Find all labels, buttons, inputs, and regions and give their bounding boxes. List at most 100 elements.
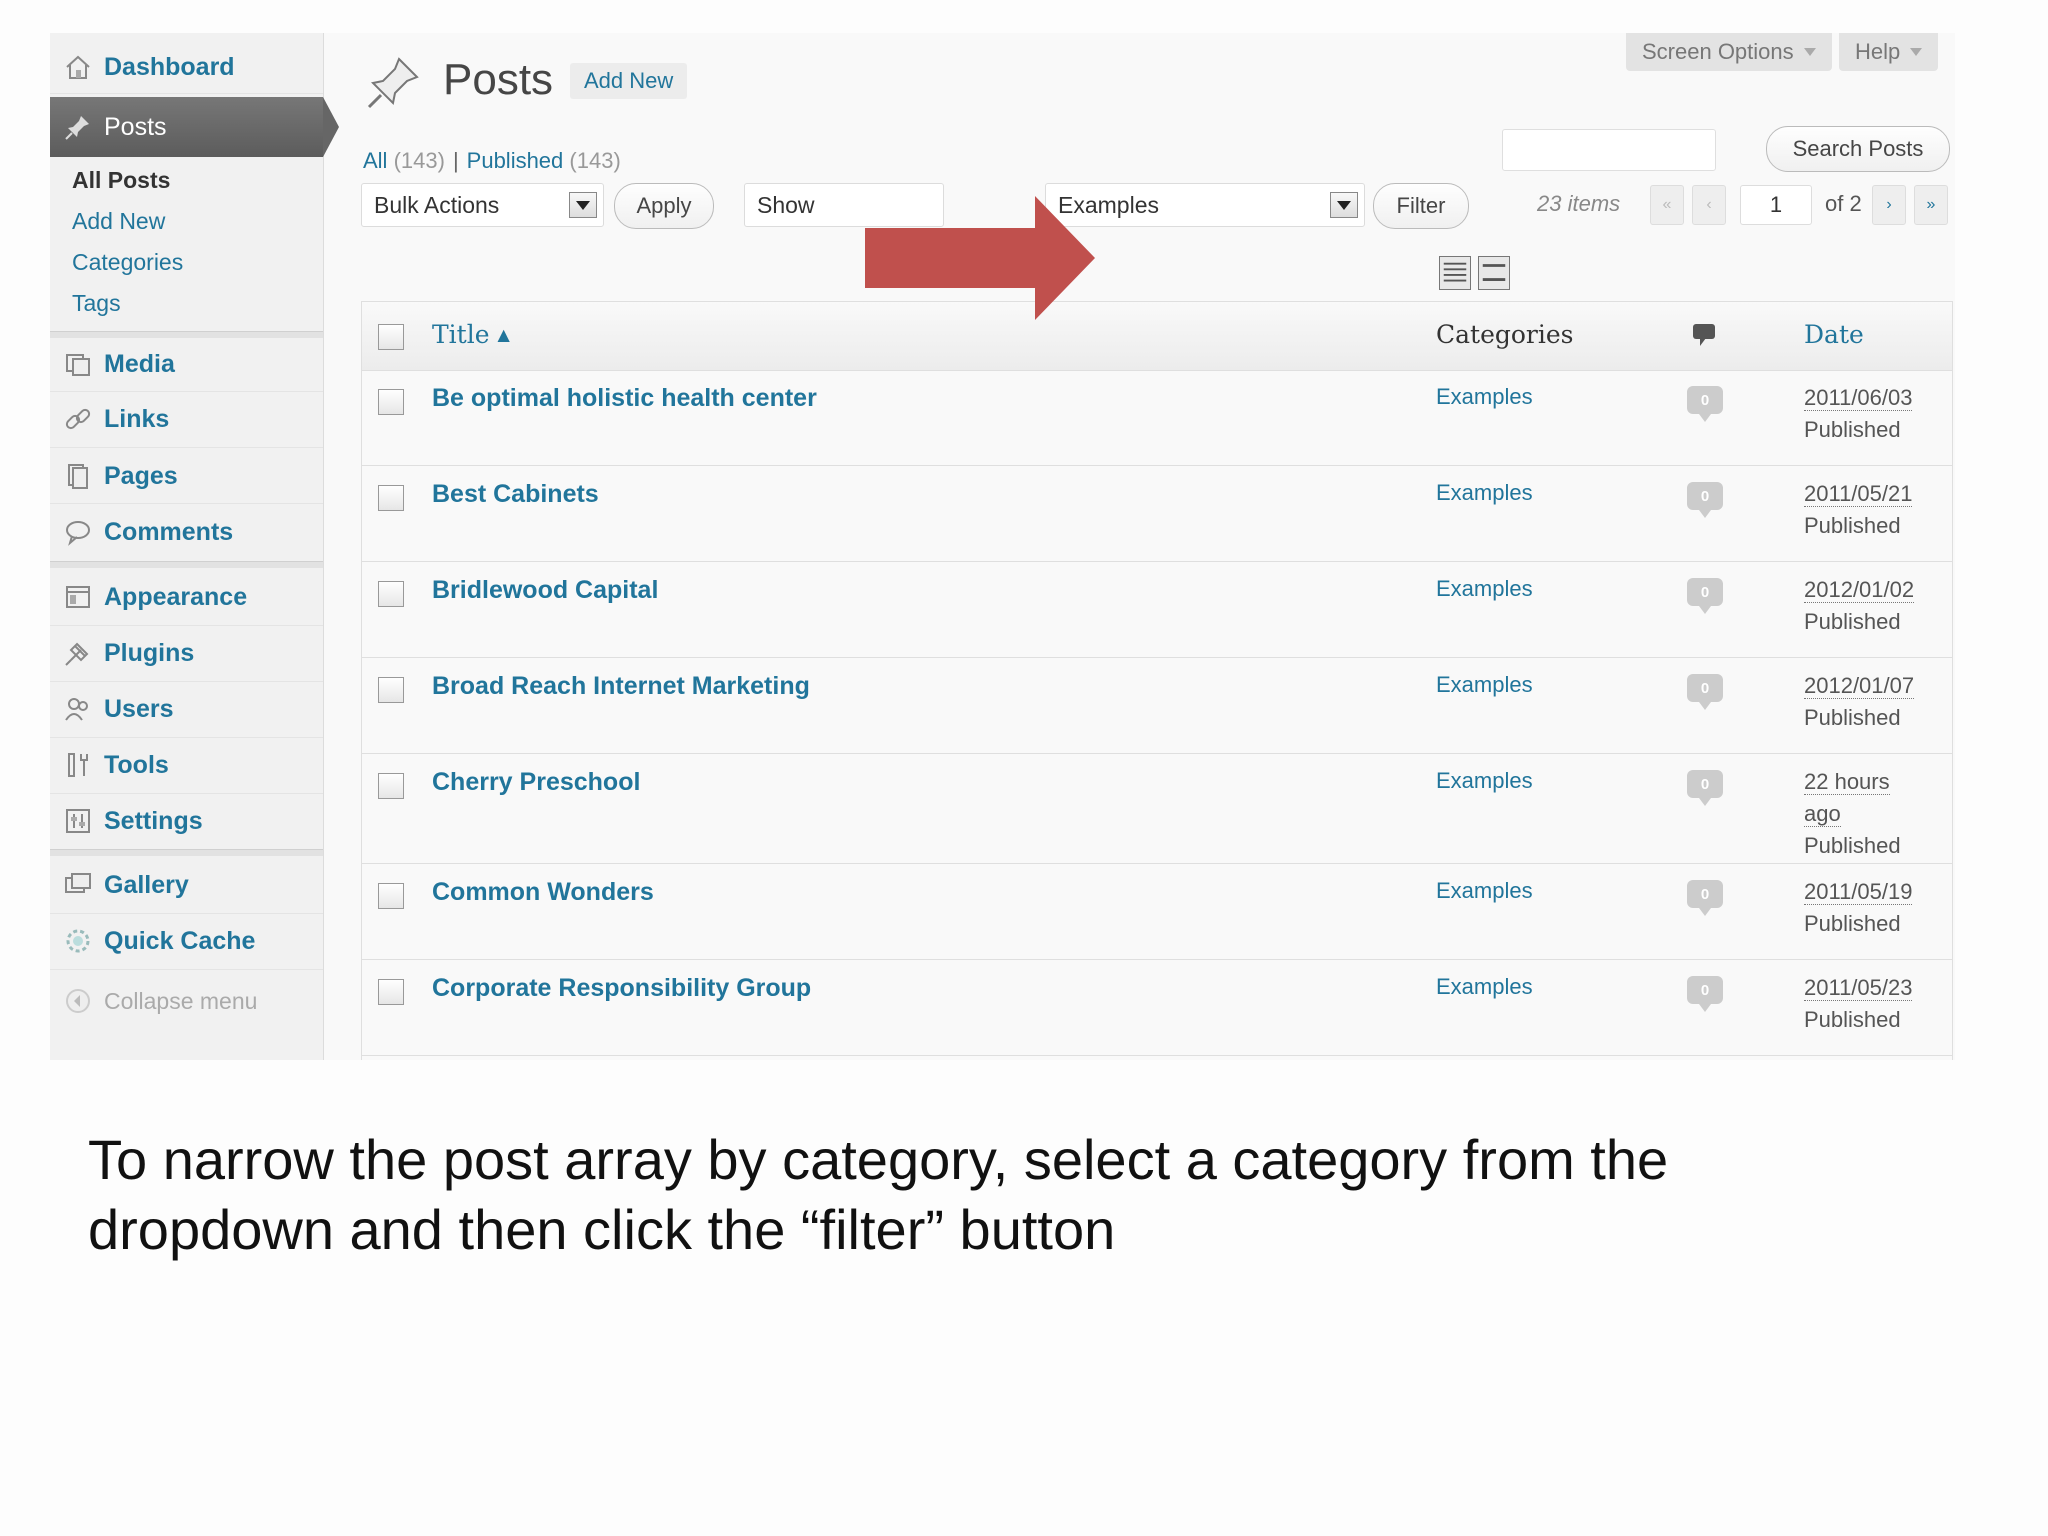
view-all-label: All <box>363 148 388 173</box>
comments-column-icon[interactable] <box>1692 322 1718 353</box>
menu-settings[interactable]: Settings <box>50 795 323 847</box>
category-link[interactable]: Examples <box>1436 480 1533 506</box>
comment-count-badge[interactable]: 0 <box>1687 976 1723 1012</box>
category-link[interactable]: Examples <box>1436 576 1533 602</box>
menu-label: Media <box>104 349 175 378</box>
table-row: Be optimal holistic health center Exampl… <box>362 370 1952 466</box>
sort-ascending-icon: ▲ <box>497 325 510 344</box>
submenu-categories[interactable]: Categories <box>72 249 183 276</box>
date-value: 2011/06/03 <box>1804 385 1913 411</box>
menu-label: Appearance <box>104 582 248 611</box>
menu-plugins[interactable]: Plugins <box>50 627 323 679</box>
menu-label: Tools <box>104 750 169 779</box>
post-date: 2011/05/21 Published <box>1804 478 1913 542</box>
comment-count-badge[interactable]: 0 <box>1687 482 1723 518</box>
post-title-link[interactable]: Common Wonders <box>432 878 654 907</box>
current-page-input[interactable]: 1 <box>1740 185 1812 225</box>
post-title-link[interactable]: Broad Reach Internet Marketing <box>432 672 810 701</box>
submenu-all-posts[interactable]: All Posts <box>72 167 170 194</box>
category-link[interactable]: Examples <box>1436 384 1533 410</box>
prev-page-button[interactable]: ‹ <box>1692 185 1726 225</box>
date-value: 2011/05/21 <box>1804 481 1913 507</box>
post-title-link[interactable]: Corporate Responsibility Group <box>432 974 811 1003</box>
last-page-button[interactable]: » <box>1914 185 1948 225</box>
add-new-button[interactable]: Add New <box>570 63 688 99</box>
row-checkbox[interactable] <box>378 581 404 607</box>
category-link[interactable]: Examples <box>1436 974 1533 1000</box>
post-title-link[interactable]: Be optimal holistic health center <box>432 384 817 413</box>
view-published-count: (143) <box>569 148 621 173</box>
table-row: Best Cabinets Examples 0 2011/05/21 Publi… <box>362 466 1952 562</box>
row-checkbox[interactable] <box>378 677 404 703</box>
comment-count-badge[interactable]: 0 <box>1687 770 1723 806</box>
post-status: Published <box>1804 833 1901 858</box>
collapse-menu[interactable]: Collapse menu <box>50 975 323 1027</box>
post-status: Published <box>1804 513 1901 538</box>
post-status-views: All (143) | Published (143) <box>363 148 621 174</box>
current-menu-arrow <box>323 97 339 157</box>
title-column-header[interactable]: Title ▲ <box>432 320 510 349</box>
menu-quick-cache[interactable]: Quick Cache <box>50 915 323 967</box>
menu-media[interactable]: Media <box>50 338 323 390</box>
excerpt-view-icon[interactable] <box>1478 256 1510 290</box>
date-value: 2011/05/19 <box>1804 879 1913 905</box>
category-link[interactable]: Examples <box>1436 768 1533 794</box>
caption-line-2: dropdown and then click the “filter” but… <box>88 1198 1116 1261</box>
search-posts-input[interactable] <box>1502 129 1716 171</box>
row-checkbox[interactable] <box>378 389 404 415</box>
media-icon <box>62 348 94 380</box>
menu-links[interactable]: Links <box>50 393 323 445</box>
row-checkbox[interactable] <box>378 979 404 1005</box>
comment-count-badge[interactable]: 0 <box>1687 386 1723 422</box>
screen-options-button[interactable]: Screen Options <box>1626 33 1832 71</box>
pages-icon <box>62 460 94 492</box>
row-checkbox[interactable] <box>378 773 404 799</box>
menu-appearance[interactable]: Appearance <box>50 571 323 623</box>
apply-button[interactable]: Apply <box>614 183 714 229</box>
submenu-tags[interactable]: Tags <box>72 290 121 317</box>
post-status: Published <box>1804 609 1901 634</box>
row-checkbox[interactable] <box>378 883 404 909</box>
chain-link-icon <box>62 403 94 435</box>
list-view-icon[interactable] <box>1439 256 1471 290</box>
bulk-actions-select[interactable]: Bulk Actions <box>361 183 604 227</box>
search-posts-button[interactable]: Search Posts <box>1766 126 1950 172</box>
menu-pages[interactable]: Pages <box>50 450 323 502</box>
next-page-button[interactable]: › <box>1872 185 1906 225</box>
select-all-checkbox[interactable] <box>378 324 404 350</box>
settings-icon <box>62 805 94 837</box>
category-link[interactable]: Examples <box>1436 878 1533 904</box>
post-title-link[interactable]: Cherry Preschool <box>432 768 640 797</box>
first-page-button[interactable]: « <box>1650 185 1684 225</box>
row-checkbox[interactable] <box>378 485 404 511</box>
date-column-header[interactable]: Date <box>1804 320 1864 349</box>
filter-button[interactable]: Filter <box>1373 183 1469 229</box>
post-date: 2011/05/19 Published <box>1804 876 1913 940</box>
post-title-link[interactable]: Best Cabinets <box>432 480 599 509</box>
comment-count-badge[interactable]: 0 <box>1687 674 1723 710</box>
submenu-add-new[interactable]: Add New <box>72 208 165 235</box>
table-header: Title ▲ Categories Date <box>362 302 1952 371</box>
speech-bubble-icon <box>62 516 94 548</box>
view-all-link[interactable]: All (143) <box>363 148 445 173</box>
menu-posts[interactable]: Posts <box>50 97 323 157</box>
red-callout-arrow <box>865 196 1095 320</box>
cache-gear-icon <box>62 925 94 957</box>
page-title: Posts <box>443 55 554 104</box>
view-published-link[interactable]: Published (143) <box>467 148 621 173</box>
post-date: 2012/01/02 Published <box>1804 574 1915 638</box>
date-value: 2012/01/02 <box>1804 577 1915 603</box>
category-link[interactable]: Examples <box>1436 672 1533 698</box>
menu-gallery[interactable]: Gallery <box>50 859 323 911</box>
comment-count-badge[interactable]: 0 <box>1687 880 1723 916</box>
date-value: 22 hours <box>1804 769 1890 795</box>
comment-count-badge[interactable]: 0 <box>1687 578 1723 614</box>
menu-users[interactable]: Users <box>50 683 323 735</box>
menu-tools[interactable]: Tools <box>50 739 323 791</box>
post-title-link[interactable]: Bridlewood Capital <box>432 576 658 605</box>
menu-label: Gallery <box>104 870 189 899</box>
menu-comments[interactable]: Comments <box>50 506 323 558</box>
menu-dashboard[interactable]: Dashboard <box>50 41 323 93</box>
total-pages: of 2 <box>1825 191 1862 216</box>
help-button[interactable]: Help <box>1839 33 1939 71</box>
